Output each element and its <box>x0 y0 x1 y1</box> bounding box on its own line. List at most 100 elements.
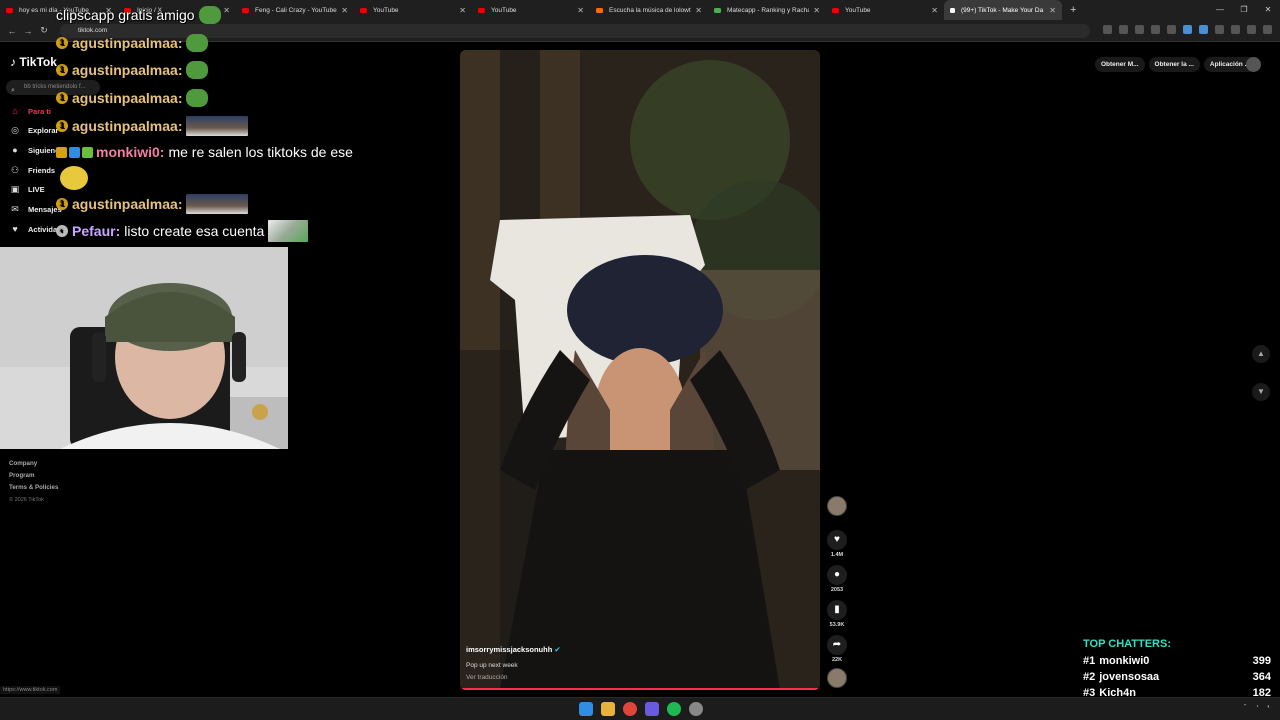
browser-tab[interactable]: Feng - Cali Crazy - YouTube ✕ <box>236 0 354 20</box>
chat-message: 1 agustinpaalmaa: <box>56 89 209 107</box>
footer-terms-link[interactable]: Terms & Policies <box>9 482 58 494</box>
chrome-icon[interactable] <box>623 702 637 716</box>
maximize-button[interactable]: ❐ <box>1232 0 1256 20</box>
matecapp-icon <box>714 7 721 13</box>
url-field[interactable]: tiktok.com <box>60 24 1090 38</box>
image-emote-icon <box>186 116 249 136</box>
windows-taskbar: ⌃ ◔ ◖ <box>0 697 1280 720</box>
following-icon: ● <box>12 145 18 155</box>
tiktok-logo[interactable]: ♪ TikTok <box>10 55 57 69</box>
top-chatters-title: TOP CHATTERS: <box>1083 638 1172 650</box>
share-button[interactable]: ➦ 22K <box>826 635 848 663</box>
minimize-button[interactable]: — <box>1208 0 1232 20</box>
new-tab-button[interactable]: + <box>1070 4 1076 16</box>
menu-icon[interactable] <box>1263 25 1272 34</box>
tiktok-icon <box>950 7 955 13</box>
subscriber-badge-icon: 1 <box>56 37 68 49</box>
avatar <box>827 496 847 516</box>
chevron-down-icon[interactable]: ▼ <box>1252 383 1270 401</box>
toolbar-icons <box>1103 25 1272 34</box>
browser-tab[interactable]: YouTube ✕ <box>472 0 590 20</box>
translate-icon[interactable] <box>1119 25 1128 34</box>
close-tab-icon[interactable]: ✕ <box>1049 6 1056 15</box>
footer-program-link[interactable]: Program <box>9 470 58 482</box>
zoom-icon[interactable] <box>1135 25 1144 34</box>
creator-avatar[interactable] <box>826 496 848 516</box>
compass-icon: ◎ <box>11 124 19 135</box>
tray-icon[interactable]: ⌃ <box>1243 704 1248 710</box>
browser-tab[interactable]: YouTube ✕ <box>826 0 944 20</box>
close-window-button[interactable]: ✕ <box>1256 0 1280 20</box>
bookmark-icon: ▮ <box>827 600 847 620</box>
forward-icon[interactable]: → <box>20 26 36 36</box>
see-translation-link[interactable]: Ver traducción <box>466 674 508 681</box>
get-coins-button[interactable]: Obtener M... <box>1094 57 1145 72</box>
heart-icon: ♥ <box>827 530 847 550</box>
close-tab-icon[interactable]: ✕ <box>695 6 702 15</box>
file-explorer-icon[interactable] <box>601 702 615 716</box>
subscriber-badge-icon: 1 <box>56 64 68 76</box>
obs-icon[interactable] <box>689 702 703 716</box>
nav-item-actividad[interactable]: ♥ Actividad <box>8 221 61 237</box>
extensions-puzzle-icon[interactable] <box>1215 25 1224 34</box>
get-app-button[interactable]: Obtener la ... <box>1148 57 1200 72</box>
close-tab-icon[interactable]: ✕ <box>577 6 584 15</box>
system-tray: ⌃ ◔ ◖ <box>1243 704 1270 710</box>
extension-icon[interactable] <box>1183 25 1192 34</box>
bookmark-star-icon[interactable] <box>1167 25 1176 34</box>
chat-message <box>56 166 88 190</box>
messages-icon: ✉ <box>11 203 19 214</box>
sound-avatar <box>827 668 847 688</box>
chat-message: ◐ Pefaur: listo create esa cuenta <box>56 220 309 242</box>
cast-icon[interactable] <box>1103 25 1112 34</box>
video-creator-name[interactable]: imsorrymissjacksonuhh ✔ <box>466 645 561 654</box>
music-disc[interactable] <box>826 668 848 688</box>
save-button[interactable]: ▮ 53.9K <box>826 600 848 628</box>
volume-icon[interactable]: ◖ <box>1267 704 1270 710</box>
video-progress-bar[interactable] <box>460 688 820 690</box>
footer-company-link[interactable]: Company <box>9 458 58 470</box>
profile-avatar[interactable] <box>1246 57 1261 72</box>
pepe-emote-icon <box>186 34 209 52</box>
close-tab-icon[interactable]: ✕ <box>223 6 230 15</box>
close-tab-icon[interactable]: ✕ <box>813 6 820 15</box>
home-icon: ⌂ <box>12 106 18 116</box>
video-player[interactable]: imsorrymissjacksonuhh ✔ Pop up next week… <box>460 50 820 690</box>
subscriber-badge-icon: 1 <box>56 120 68 132</box>
youtube-icon <box>478 7 485 13</box>
badge-icon: ◐ <box>56 225 68 237</box>
profile-avatar[interactable] <box>1247 25 1256 34</box>
chat-message: 1 agustinpaalmaa: <box>56 34 209 52</box>
comment-button[interactable]: ● 2053 <box>826 565 848 593</box>
browser-tab[interactable]: Escucha la música de lolowtf | S✕ <box>590 0 708 20</box>
close-tab-icon[interactable]: ✕ <box>459 6 466 15</box>
reload-icon[interactable]: ↻ <box>36 25 52 36</box>
discord-icon[interactable] <box>645 702 659 716</box>
pepe-emote-icon <box>186 89 209 107</box>
spotify-icon[interactable] <box>667 702 681 716</box>
back-icon[interactable]: ← <box>4 26 20 36</box>
video-frame <box>460 50 820 690</box>
nav-item-friends[interactable]: ⚇ Friends <box>8 162 55 178</box>
live-icon: ▣ <box>10 183 20 194</box>
face-emote-icon <box>60 166 88 190</box>
wifi-icon[interactable]: ◔ <box>1255 704 1258 710</box>
like-button[interactable]: ♥ 1.4M <box>826 530 848 558</box>
close-tab-icon[interactable]: ✕ <box>341 6 348 15</box>
browser-tab[interactable]: YouTube ✕ <box>354 0 472 20</box>
nav-item-para-ti[interactable]: ⌂ Para ti <box>8 103 51 119</box>
windows-start-icon[interactable] <box>579 702 593 716</box>
extension-icon[interactable] <box>1199 25 1208 34</box>
browser-tab-active[interactable]: (99+) TikTok - Make Your Da ✕ <box>944 0 1062 20</box>
browser-tab[interactable]: Matecapp - Ranking y Racha d ✕ <box>708 0 826 20</box>
chat-message: clipscapp gratis amigo <box>56 6 221 24</box>
nav-item-live[interactable]: ▣ LIVE <box>8 181 45 197</box>
sidebar-icon[interactable] <box>1231 25 1240 34</box>
nav-item-explorar[interactable]: ◎ Explorar <box>8 122 58 138</box>
window-controls: — ❐ ✕ <box>1208 0 1280 20</box>
close-tab-icon[interactable]: ✕ <box>931 6 938 15</box>
share-icon[interactable] <box>1151 25 1160 34</box>
chevron-up-icon[interactable]: ▲ <box>1252 345 1270 363</box>
nav-item-mensajes[interactable]: ✉ Mensajes <box>8 201 62 217</box>
badge-icon <box>69 146 80 158</box>
